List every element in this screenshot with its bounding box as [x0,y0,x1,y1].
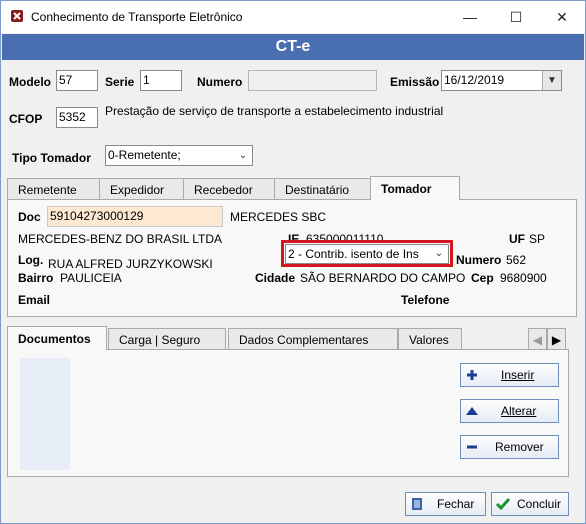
serie-field[interactable]: 1 [140,70,182,91]
concluir-button[interactable]: Concluir [491,492,569,516]
app-window: Conhecimento de Transporte Eletrônico — … [0,0,586,524]
numero-label: Numero [197,75,243,89]
tab-label: Destinatário [285,182,350,197]
modelo-field[interactable]: 57 [56,70,98,91]
tab-expedidor[interactable]: Expedidor [99,178,189,200]
telefone-label: Telefone [401,293,450,307]
concluir-label: Concluir [517,497,562,511]
minus-icon [461,441,483,453]
tipo-tomador-select[interactable]: 0-Remetente; ⌄ [105,145,253,166]
window-title: Conhecimento de Transporte Eletrônico [31,10,243,24]
chevron-left-icon: ◀ [532,332,543,347]
cidade-value: SÃO BERNARDO DO CAMPO [300,271,466,285]
doc-name: MERCEDES SBC [230,210,327,224]
log-value: RUA ALFRED JURZYKOWSKI [48,257,213,271]
tab-label: Tomador [381,181,432,196]
cep-value: 9680900 [500,271,547,285]
check-icon [492,497,514,511]
numero-field[interactable] [248,70,377,91]
emissao-value: 16/12/2019 [444,73,505,87]
inserir-button[interactable]: Inserir [460,363,559,387]
cfop-description: Prestação de serviço de transporte a est… [105,104,444,118]
maximize-icon: ☐ [509,8,523,25]
tab-label: Expedidor [110,182,165,197]
razao-social: MERCEDES-BENZ DO BRASIL LTDA [18,232,223,246]
cfop-label: CFOP [9,112,43,126]
minimize-icon: — [463,9,477,25]
tab-documentos[interactable]: Documentos [7,326,107,350]
alterar-label: Alterar [501,404,537,418]
uf-value: SP [529,232,546,246]
tab-label: Remetente [18,182,77,197]
bairro-value: PAULICEIA [60,271,122,285]
cidade-label: Cidade [255,271,296,285]
plus-icon [461,369,483,381]
tab-remetente[interactable]: Remetente [7,178,103,200]
tipo-tomador-value: 0-Remetente; [108,148,181,162]
tipo-tomador-label: Tipo Tomador [12,151,91,165]
maximize-button[interactable]: ☐ [493,1,539,33]
doc-label: Doc [18,210,41,224]
tab-carga-seguro[interactable]: Carga | Seguro [108,328,226,350]
modelo-label: Modelo [9,75,51,89]
close-button[interactable]: ✕ [539,1,585,33]
numero-tomador-value: 562 [506,253,527,267]
chevron-right-icon: ▶ [551,332,562,347]
doc-field[interactable]: 59104273000129 [47,206,223,227]
inserir-label: Inserir [501,368,535,382]
tab-label: Documentos [18,331,91,346]
bairro-label: Bairro [18,271,54,285]
title-bar: Conhecimento de Transporte Eletrônico — … [1,1,585,33]
cfop-field[interactable]: 5352 [56,107,98,128]
door-icon [406,497,428,511]
highlight-box [281,240,453,267]
tab-dados-complementares[interactable]: Dados Complementares [228,328,398,350]
tab-recebedor[interactable]: Recebedor [183,178,277,200]
tab-label: Recebedor [194,182,253,197]
tab-tomador[interactable]: Tomador [370,176,460,200]
scroll-right-button[interactable]: ▶ [547,328,566,350]
tab-label: Valores [409,332,449,347]
remover-label: Remover [495,440,544,454]
email-label: Email [18,293,51,307]
log-label: Log. [18,253,44,267]
emissao-label: Emissão [390,75,440,89]
numero-tomador-label: Numero [456,253,502,267]
uf-label: UF [509,232,525,246]
app-icon [11,10,23,22]
scroll-left-button[interactable]: ◀ [528,328,547,350]
serie-label: Serie [105,75,135,89]
remover-button[interactable]: Remover [460,435,559,459]
emissao-date-picker[interactable]: 16/12/2019 ▼ [441,70,562,91]
fechar-button[interactable]: Fechar [405,492,486,516]
tab-label: Carga | Seguro [119,332,201,347]
documentos-list[interactable] [20,358,70,470]
alterar-button[interactable]: Alterar [460,399,559,423]
chevron-down-icon[interactable]: ▼ [542,71,561,90]
minimize-button[interactable]: — [447,1,493,33]
cep-label: Cep [471,271,494,285]
banner-title: CT-e [275,38,311,55]
chevron-down-icon: ⌄ [238,150,248,161]
triangle-up-icon [461,406,483,416]
tab-valores[interactable]: Valores [398,328,462,350]
tab-destinatario[interactable]: Destinatário [274,178,372,200]
close-icon: ✕ [556,8,568,25]
fechar-label: Fechar [437,497,475,511]
cte-banner: CT-e [2,34,584,60]
tab-label: Dados Complementares [239,332,369,347]
